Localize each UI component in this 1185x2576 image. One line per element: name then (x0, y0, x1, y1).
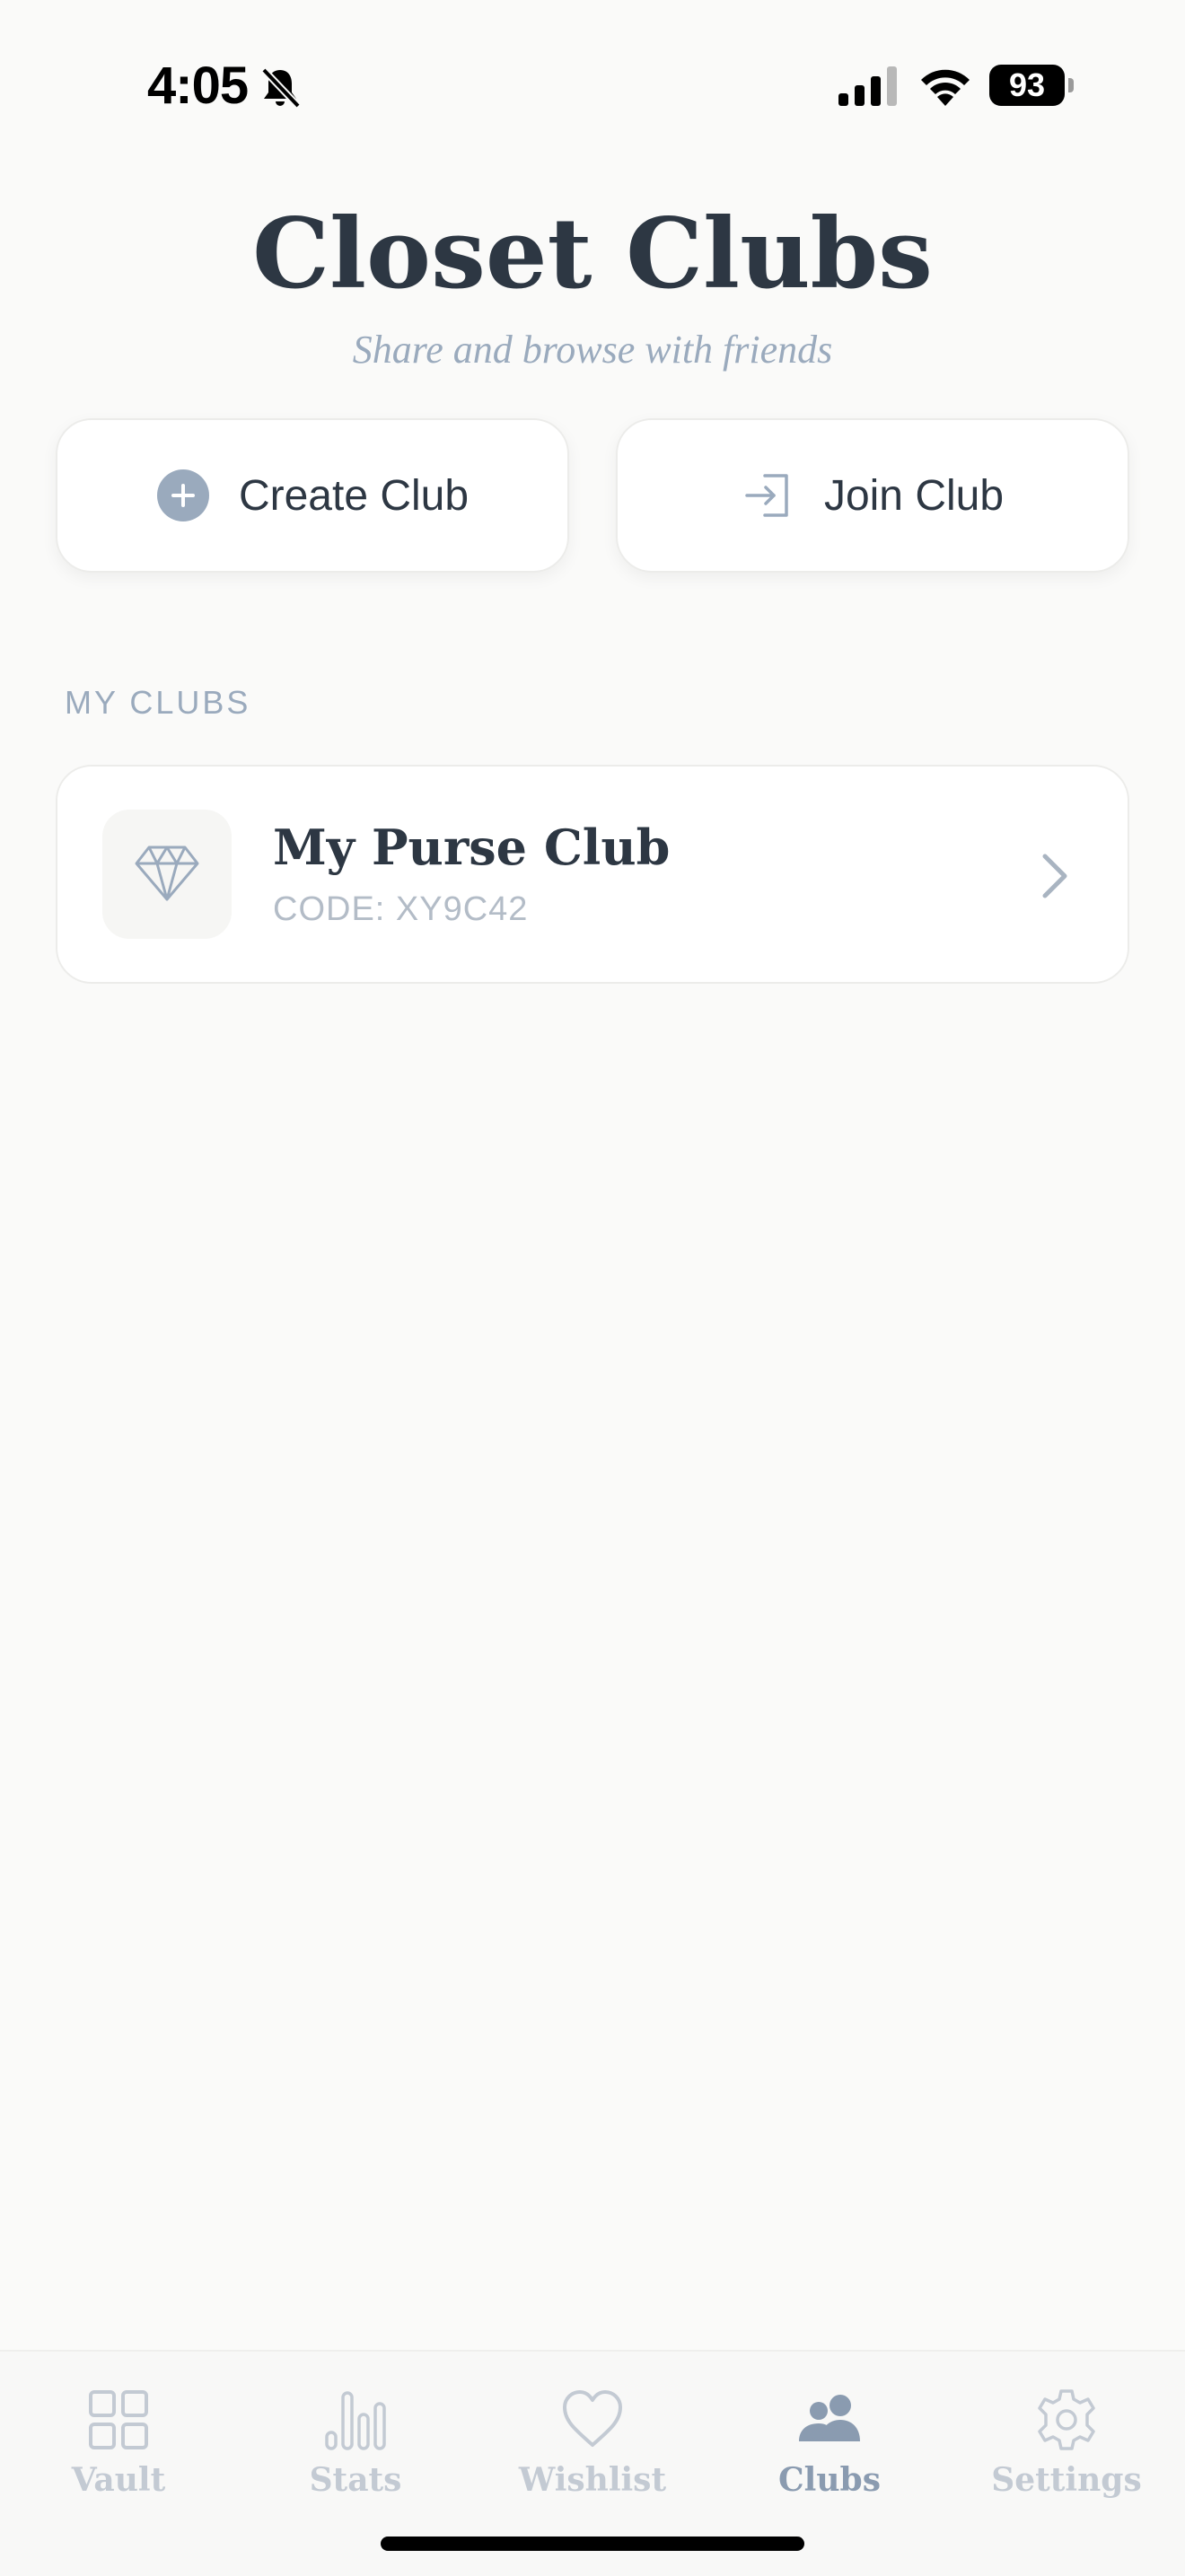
plus-circle-icon (156, 469, 209, 521)
bell-muted-icon (261, 67, 301, 109)
chevron-right-icon (1042, 854, 1067, 898)
wifi-icon (921, 69, 970, 106)
tab-wishlist[interactable]: Wishlist (474, 2352, 711, 2531)
grid-icon (89, 2390, 148, 2449)
tab-clubs[interactable]: Clubs (711, 2352, 948, 2531)
diamond-icon (135, 846, 199, 901)
battery-tip (1068, 78, 1074, 92)
heart-icon (563, 2390, 622, 2447)
club-name: My Purse Club (273, 819, 671, 876)
my-clubs-heading: MY CLUBS (65, 684, 251, 721)
create-club-label: Create Club (238, 471, 470, 520)
battery-indicator: 93 (989, 65, 1075, 106)
tab-clubs-label: Clubs (778, 2461, 881, 2499)
status-bar: 4:05 93 (0, 0, 1185, 171)
status-time: 4:05 (147, 57, 249, 115)
gear-icon (1038, 2389, 1095, 2450)
sign-in-icon (745, 474, 788, 517)
club-code: CODE: XY9C42 (273, 890, 529, 928)
tab-settings-label: Settings (991, 2461, 1142, 2499)
people-icon (799, 2395, 860, 2441)
bar-chart-icon (325, 2391, 386, 2450)
cellular-signal-icon (838, 66, 897, 106)
page-title: Closet Clubs (252, 197, 933, 311)
tab-wishlist-label: Wishlist (518, 2461, 667, 2499)
join-club-label: Join Club (823, 471, 1005, 520)
join-club-button[interactable]: Join Club (616, 418, 1129, 573)
tab-stats[interactable]: Stats (237, 2352, 474, 2531)
create-club-button[interactable]: Create Club (56, 418, 569, 573)
tab-settings[interactable]: Settings (948, 2352, 1185, 2531)
club-thumbnail (102, 810, 232, 939)
home-indicator (381, 2537, 804, 2551)
page-subtitle: Share and browse with friends (352, 328, 833, 372)
tab-vault[interactable]: Vault (0, 2352, 237, 2531)
tab-stats-label: Stats (309, 2461, 402, 2499)
battery-level: 93 (1008, 66, 1046, 103)
tab-vault-label: Vault (71, 2461, 166, 2499)
club-card[interactable]: My Purse Club CODE: XY9C42 (56, 765, 1129, 984)
